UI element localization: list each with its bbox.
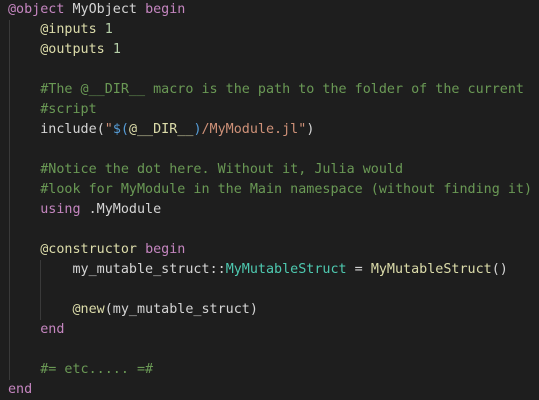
keyword: end <box>8 382 33 397</box>
indent-guide <box>40 280 41 300</box>
operator: :: <box>209 262 226 277</box>
code-line[interactable]: #script <box>0 100 539 120</box>
macro: @constructor <box>40 242 137 257</box>
indent-guide <box>9 280 10 300</box>
code-line-empty[interactable] <box>0 220 539 240</box>
code-line[interactable]: @outputs 1 <box>0 40 539 60</box>
indent-guide <box>9 60 10 80</box>
indent-guide <box>9 80 10 100</box>
indent-guide <box>9 360 10 380</box>
indent-guide <box>9 200 10 220</box>
type: MyMutableStruct <box>225 262 347 277</box>
indent-guide <box>9 100 10 120</box>
indent-guide <box>9 180 10 200</box>
code-line[interactable]: my_mutable_struct::MyMutableStruct = MyM… <box>0 260 539 280</box>
string: " <box>104 122 113 137</box>
comment: #script <box>40 102 97 117</box>
paren: ) <box>306 122 315 137</box>
code-line[interactable]: #The @__DIR__ macro is the path to the f… <box>0 80 539 100</box>
indent-guide <box>9 140 10 160</box>
identifier: my_mutable_struct <box>72 262 210 277</box>
code-line[interactable]: @new(my_mutable_struct) <box>0 300 539 320</box>
code-line-empty[interactable] <box>0 60 539 80</box>
comment: #Notice the dot here. Without it, Julia … <box>40 162 404 177</box>
code-line[interactable]: @inputs 1 <box>0 20 539 40</box>
code-line[interactable]: include("$(@__DIR__)/MyModule.jl") <box>0 120 539 140</box>
keyword: end <box>40 322 65 337</box>
keyword: begin <box>145 242 186 257</box>
code-line[interactable]: #= etc..... =# <box>0 360 539 380</box>
code-line[interactable]: end <box>0 320 539 340</box>
keyword: @object <box>8 2 65 17</box>
code-line[interactable]: end <box>0 380 539 400</box>
paren: () <box>491 262 508 277</box>
keyword: using <box>40 202 81 217</box>
macro: @inputs <box>40 22 97 37</box>
function-call: include <box>40 122 97 137</box>
code-line[interactable]: using .MyModule <box>0 200 539 220</box>
code-line-empty[interactable] <box>0 340 539 360</box>
number: 1 <box>112 42 121 57</box>
string: /MyModule.jl" <box>201 122 307 137</box>
comment: #look for MyModule in the Main namespace… <box>40 182 533 197</box>
indent-guide <box>40 300 41 320</box>
indent-guide <box>9 120 10 140</box>
paren: ( <box>96 122 105 137</box>
module-name: .MyModule <box>80 202 162 217</box>
arguments: (my_mutable_struct) <box>104 302 258 317</box>
interpolation: $( <box>112 122 129 137</box>
comment: #= etc..... =# <box>40 362 154 377</box>
macro: @__DIR__ <box>128 122 194 137</box>
indent-guide <box>9 300 10 320</box>
indent-guide <box>9 340 10 360</box>
function-call: MyMutableStruct <box>370 262 492 277</box>
code-line-empty[interactable] <box>0 140 539 160</box>
indent-guide <box>9 240 10 260</box>
interpolation: ) <box>193 122 202 137</box>
identifier: MyObject <box>72 2 138 17</box>
operator: = <box>346 262 371 277</box>
code-line[interactable]: #Notice the dot here. Without it, Julia … <box>0 160 539 180</box>
indent-guide <box>9 160 10 180</box>
comment: #The @__DIR__ macro is the path to the f… <box>40 82 524 97</box>
indent-guide <box>9 320 10 340</box>
indent-guide <box>9 20 10 40</box>
number: 1 <box>104 22 113 37</box>
code-line[interactable]: @constructor begin <box>0 240 539 260</box>
macro: @new <box>72 302 105 317</box>
code-line[interactable]: #look for MyModule in the Main namespace… <box>0 180 539 200</box>
indent-guide <box>9 220 10 240</box>
code-line[interactable]: @object MyObject begin <box>0 0 539 20</box>
indent-guide <box>40 260 41 280</box>
indent-guide <box>9 260 10 280</box>
indent-guide <box>9 40 10 60</box>
macro: @outputs <box>40 42 105 57</box>
code-line-empty[interactable] <box>0 280 539 300</box>
code-editor[interactable]: @object MyObject begin @inputs 1 @output… <box>0 0 539 400</box>
keyword: begin <box>145 2 186 17</box>
